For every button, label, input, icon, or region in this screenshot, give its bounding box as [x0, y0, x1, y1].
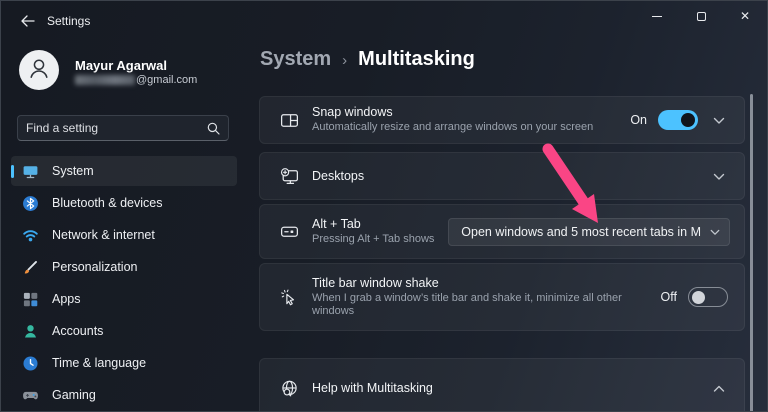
- search-input[interactable]: [18, 121, 207, 135]
- sidebar-item-label: Personalization: [52, 260, 137, 274]
- profile-name: Mayur Agarwal: [75, 58, 167, 73]
- card-snap-windows[interactable]: Snap windows Automatically resize and ar…: [259, 96, 745, 144]
- help-text: Help with Multitasking: [312, 381, 433, 395]
- gamepad-icon: [22, 387, 39, 404]
- email-redacted-blur: [75, 75, 135, 85]
- breadcrumb-system[interactable]: System: [260, 48, 331, 71]
- sidebar-item-bluetooth-devices[interactable]: Bluetooth & devices: [11, 188, 237, 218]
- title-bar-shake-toggle[interactable]: [688, 287, 728, 307]
- chevron-up-icon: [713, 381, 725, 396]
- back-button[interactable]: [15, 11, 41, 33]
- toggle-knob: [681, 113, 695, 127]
- snap-windows-title: Snap windows: [312, 105, 593, 119]
- person-icon: [22, 323, 39, 340]
- person-avatar-icon: [26, 55, 52, 86]
- sidebar-item-network-internet[interactable]: Network & internet: [11, 220, 237, 250]
- sidebar-item-label: Network & internet: [52, 228, 155, 242]
- close-icon: ✕: [740, 9, 750, 23]
- alt-tab-icon: [279, 221, 300, 242]
- alt-tab-text: Alt + Tab Pressing Alt + Tab shows: [312, 217, 434, 247]
- toggle-knob: [692, 291, 705, 304]
- minimize-button[interactable]: [635, 1, 679, 31]
- title-bar-shake-title: Title bar window shake: [312, 276, 658, 290]
- chevron-down-icon: [713, 169, 725, 184]
- alt-tab-dropdown-value: Open windows and 5 most recent tabs in M: [461, 225, 701, 239]
- card-alt-tab: Alt + Tab Pressing Alt + Tab shows Open …: [259, 204, 745, 259]
- titlebar: Settings ✕: [1, 1, 767, 41]
- alt-tab-subtitle: Pressing Alt + Tab shows: [312, 233, 434, 247]
- card-desktops[interactable]: Desktops: [259, 152, 745, 200]
- sidebar-item-label: Bluetooth & devices: [52, 196, 163, 210]
- sidebar-item-label: Time & language: [52, 356, 146, 370]
- maximize-icon: [697, 12, 706, 21]
- caption-buttons: ✕: [635, 1, 767, 31]
- help-title: Help with Multitasking: [312, 381, 433, 395]
- snap-toggle-label: On: [630, 113, 647, 127]
- sidebar-item-time-language[interactable]: Time & language: [11, 348, 237, 378]
- sidebar-item-label: Apps: [52, 292, 81, 306]
- window-title: Settings: [47, 14, 90, 28]
- sidebar-item-system[interactable]: System: [11, 156, 237, 186]
- sidebar-item-gaming[interactable]: Gaming: [11, 380, 237, 410]
- apps-icon: [22, 291, 39, 308]
- desktops-text: Desktops: [312, 169, 364, 183]
- alt-tab-dropdown[interactable]: Open windows and 5 most recent tabs in M: [448, 218, 730, 246]
- breadcrumb-separator: ›: [342, 52, 347, 69]
- avatar[interactable]: [19, 50, 59, 90]
- sidebar-nav: System Bluetooth & devices Network & int…: [11, 156, 237, 412]
- sidebar-item-label: Accounts: [52, 324, 103, 338]
- snap-windows-toggle[interactable]: [658, 110, 698, 130]
- bluetooth-icon: [22, 195, 39, 212]
- sidebar-item-accounts[interactable]: Accounts: [11, 316, 237, 346]
- chevron-down-icon: [713, 113, 725, 128]
- shake-toggle-label: Off: [661, 290, 677, 304]
- sidebar-item-personalization[interactable]: Personalization: [11, 252, 237, 282]
- cursor-shake-icon: [279, 287, 300, 308]
- title-bar-shake-text: Title bar window shake When I grab a win…: [312, 276, 658, 319]
- title-bar-shake-subtitle: When I grab a window’s title bar and sha…: [312, 292, 658, 319]
- alt-tab-title: Alt + Tab: [312, 217, 434, 231]
- close-button[interactable]: ✕: [723, 1, 767, 31]
- snap-windows-subtitle: Automatically resize and arrange windows…: [312, 121, 593, 135]
- profile-email: @gmail.com: [75, 74, 197, 86]
- card-help-multitasking[interactable]: Help with Multitasking: [259, 358, 745, 412]
- desktops-icon: [279, 166, 300, 187]
- snap-expand-button[interactable]: [708, 109, 730, 131]
- settings-window: Settings ✕ Mayur Agarwal @gmail.com Syst…: [0, 0, 768, 412]
- scrollbar[interactable]: [750, 94, 753, 412]
- maximize-button[interactable]: [679, 1, 723, 31]
- page-title: Multitasking: [358, 48, 475, 71]
- minimize-icon: [652, 16, 662, 17]
- wifi-icon: [22, 227, 39, 244]
- clock-icon: [22, 355, 39, 372]
- search-box: [17, 115, 229, 141]
- desktops-expand-button[interactable]: [708, 165, 730, 187]
- email-suffix: @gmail.com: [136, 74, 197, 86]
- breadcrumb: System › Multitasking: [260, 48, 475, 71]
- sidebar-item-label: Gaming: [52, 388, 96, 402]
- chevron-down-icon: [710, 224, 720, 239]
- snap-layout-icon: [279, 110, 300, 131]
- help-collapse-button[interactable]: [708, 377, 730, 399]
- globe-search-icon: [279, 378, 300, 399]
- search-icon[interactable]: [207, 122, 220, 135]
- sidebar-item-apps[interactable]: Apps: [11, 284, 237, 314]
- desktops-title: Desktops: [312, 169, 364, 183]
- back-arrow-icon: [21, 15, 35, 30]
- card-title-bar-shake: Title bar window shake When I grab a win…: [259, 263, 745, 331]
- brush-icon: [22, 259, 39, 276]
- display-icon: [22, 163, 39, 180]
- sidebar-item-label: System: [52, 164, 94, 178]
- snap-windows-text: Snap windows Automatically resize and ar…: [312, 105, 593, 135]
